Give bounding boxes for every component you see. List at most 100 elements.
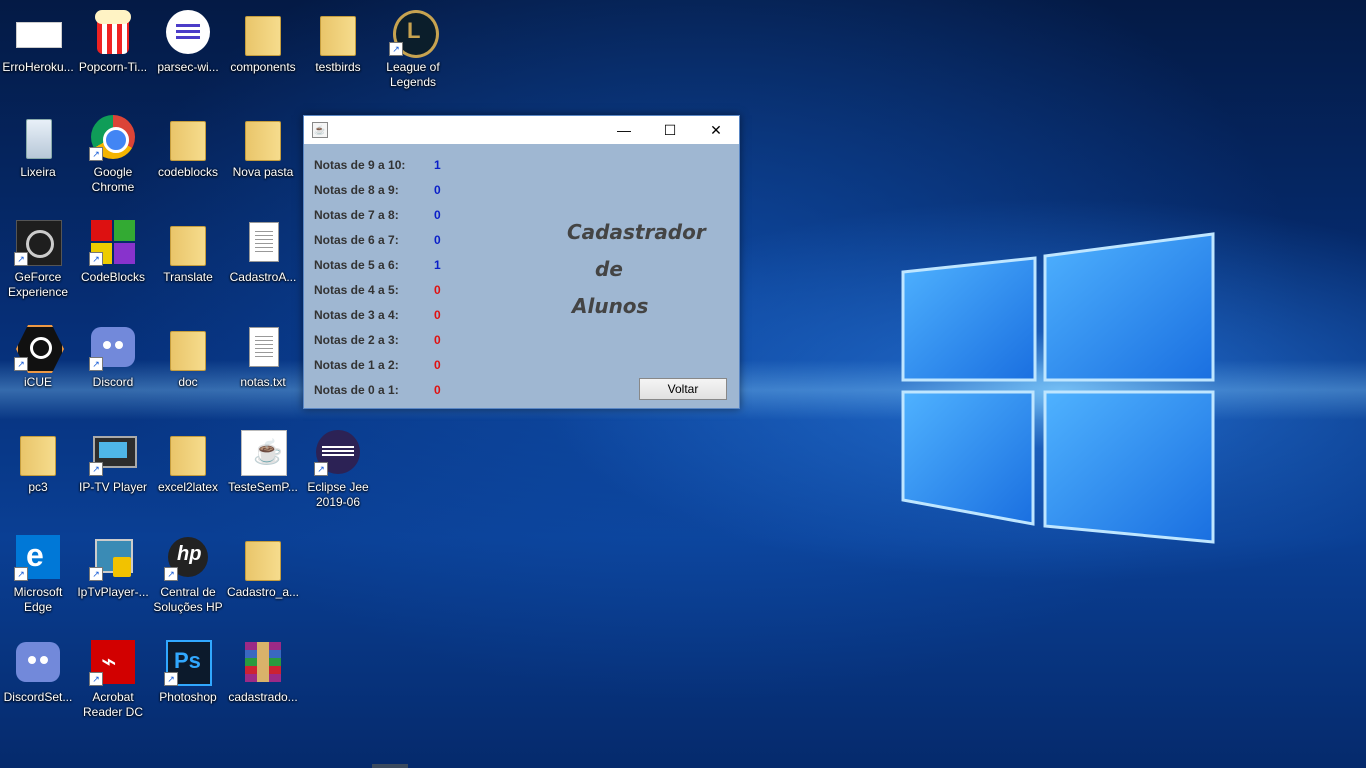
desktop-icon-cadastrado[interactable]: cadastrado...: [225, 634, 301, 734]
grade-range-label: Notas de 9 a 10:: [314, 158, 406, 172]
desktop-icon-label: Central de Soluções HP: [153, 585, 223, 614]
grade-count: 0: [434, 383, 441, 397]
window-titlebar[interactable]: ☕ — ☐ ✕: [304, 116, 739, 144]
desktop-icon-label: Cadastro_a...: [226, 585, 300, 599]
desktop-icon-lixeira[interactable]: Lixeira: [0, 109, 76, 209]
desktop-icon-cadastro-a[interactable]: Cadastro_a...: [225, 529, 301, 629]
grade-row: Notas de 9 a 10: 1: [314, 151, 454, 176]
grade-count: 0: [434, 183, 441, 197]
desktop-icon-pc3[interactable]: pc3: [0, 424, 76, 524]
minimize-button[interactable]: —: [601, 116, 647, 144]
desktop-icon-discord[interactable]: ↗ Discord: [75, 319, 151, 419]
shortcut-arrow-icon: ↗: [164, 672, 178, 686]
desktop-icon-central-de-solu-es-hp[interactable]: hp ↗ Central de Soluções HP: [150, 529, 226, 629]
geforce-icon: ↗: [14, 218, 62, 266]
discord-icon: ↗: [89, 323, 137, 371]
desktop-icon-label: CadastroA...: [229, 270, 297, 284]
desktop-icon-microsoft-edge[interactable]: e ↗ Microsoft Edge: [0, 529, 76, 629]
desktop-icon-eclipse-jee-2019-06[interactable]: ↗ Eclipse Jee 2019-06: [300, 424, 376, 524]
grade-row: Notas de 4 a 5: 0: [314, 276, 454, 301]
voltar-button[interactable]: Voltar: [639, 378, 727, 400]
desktop-icon-label: Lixeira: [20, 165, 56, 179]
desktop-icon-label: iCUE: [23, 375, 52, 389]
desktop-icon-label: pc3: [28, 480, 48, 494]
desktop-icon-nova-pasta[interactable]: Nova pasta: [225, 109, 301, 209]
grade-row: Notas de 2 a 3: 0: [314, 326, 454, 351]
grade-row: Notas de 5 a 6: 1: [314, 251, 454, 276]
desktop-icon-doc[interactable]: doc: [150, 319, 226, 419]
desktop-icon-label: Acrobat Reader DC: [82, 690, 144, 719]
desktop-icon-label: Google Chrome: [91, 165, 135, 194]
desktop-icon-icue[interactable]: ↗ iCUE: [0, 319, 76, 419]
grade-distribution-list: Notas de 9 a 10: 1 Notas de 8 a 9: 0 Notas…: [314, 151, 454, 401]
desktop-icon-translate[interactable]: Translate: [150, 214, 226, 314]
chrome-icon: ↗: [89, 113, 137, 161]
desktop-icon-label: Eclipse Jee 2019-06: [307, 480, 369, 509]
league-icon: L ↗: [389, 8, 439, 58]
desktop-icon-testbirds[interactable]: testbirds: [300, 4, 376, 104]
desktop-icon-excel2latex[interactable]: excel2latex: [150, 424, 226, 524]
shortcut-arrow-icon: ↗: [14, 252, 28, 266]
desktop-icon-ip-tv-player[interactable]: ↗ IP-TV Player: [75, 424, 151, 524]
shortcut-arrow-icon: ↗: [14, 567, 28, 581]
desktop-icon-codeblocks[interactable]: ↗ CodeBlocks: [75, 214, 151, 314]
photoshop-icon: Ps ↗: [164, 638, 212, 686]
grade-count: 0: [434, 233, 441, 247]
grade-row: Notas de 6 a 7: 0: [314, 226, 454, 251]
desktop-icon-photoshop[interactable]: Ps ↗ Photoshop: [150, 634, 226, 734]
maximize-button[interactable]: ☐: [647, 116, 693, 144]
app-title: Cadastrador de Alunos: [567, 220, 706, 331]
desktop-icon-label: components: [230, 60, 296, 74]
desktop-icon-label: excel2latex: [157, 480, 219, 494]
discord-icon: [14, 638, 62, 686]
shortcut-arrow-icon: ↗: [314, 462, 328, 476]
java-window[interactable]: ☕ — ☐ ✕ Notas de 9 a 10: 1 Notas de 8 a 9…: [303, 115, 740, 409]
desktop-icon-league-of-legends[interactable]: L ↗ League of Legends: [375, 4, 451, 104]
java-icon: ☕: [239, 428, 287, 476]
desktop-icon-google-chrome[interactable]: ↗ Google Chrome: [75, 109, 151, 209]
shortcut-arrow-icon: ↗: [14, 357, 28, 371]
grade-row: Notas de 1 a 2: 0: [314, 351, 454, 376]
desktop-icon-popcorn-ti[interactable]: Popcorn-Ti...: [75, 4, 151, 104]
folder-icon: [164, 218, 212, 266]
acrobat-icon: ⌁ ↗: [89, 638, 137, 686]
shortcut-arrow-icon: ↗: [89, 252, 103, 266]
desktop-icon-testesemp[interactable]: ☕ TesteSemP...: [225, 424, 301, 524]
grade-count: 0: [434, 283, 441, 297]
desktop-icon-label: DiscordSet...: [3, 690, 73, 704]
desktop-icon-label: codeblocks: [157, 165, 219, 179]
desktop-icon-components[interactable]: components: [225, 4, 301, 104]
winrar-icon: [239, 638, 287, 686]
desktop-icon-label: Photoshop: [159, 690, 217, 704]
desktop-icon-codeblocks[interactable]: codeblocks: [150, 109, 226, 209]
desktop-icon-label: parsec-wi...: [157, 60, 219, 74]
desktop-icon-label: Popcorn-Ti...: [78, 60, 148, 74]
grade-range-label: Notas de 8 a 9:: [314, 183, 399, 197]
desktop-icon-label: CodeBlocks: [80, 270, 146, 284]
grade-range-label: Notas de 7 a 8:: [314, 208, 399, 222]
folder-icon: [239, 113, 287, 161]
grade-range-label: Notas de 0 a 1:: [314, 383, 399, 397]
desktop-icon-geforce-experience[interactable]: ↗ GeForce Experience: [0, 214, 76, 314]
desktop-icon-parsec-wi[interactable]: parsec-wi...: [150, 4, 226, 104]
desktop-icon-acrobat-reader-dc[interactable]: ⌁ ↗ Acrobat Reader DC: [75, 634, 151, 734]
desktop-icon-label: Translate: [163, 270, 213, 284]
desktop-icon-notas-txt[interactable]: notas.txt: [225, 319, 301, 419]
shortcut-arrow-icon: ↗: [89, 462, 103, 476]
grade-count: 0: [434, 358, 441, 372]
grade-range-label: Notas de 1 a 2:: [314, 358, 399, 372]
eclipse-icon: ↗: [314, 428, 362, 476]
grade-row: Notas de 3 a 4: 0: [314, 301, 454, 326]
desktop-icon-iptvplayer[interactable]: ↗ IpTvPlayer-...: [75, 529, 151, 629]
desktop-icon-cadastroa[interactable]: CadastroA...: [225, 214, 301, 314]
grade-count: 1: [434, 158, 441, 172]
app-title-line-2: de: [595, 257, 623, 281]
grade-range-label: Notas de 5 a 6:: [314, 258, 399, 272]
desktop-icon-discordset[interactable]: DiscordSet...: [0, 634, 76, 734]
folder-icon: [14, 428, 62, 476]
shortcut-arrow-icon: ↗: [89, 357, 103, 371]
grade-count: 0: [434, 308, 441, 322]
close-button[interactable]: ✕: [693, 116, 739, 144]
desktop-icon-erroheroku[interactable]: ErroHeroku...: [0, 4, 76, 104]
folder-icon: [164, 323, 212, 371]
